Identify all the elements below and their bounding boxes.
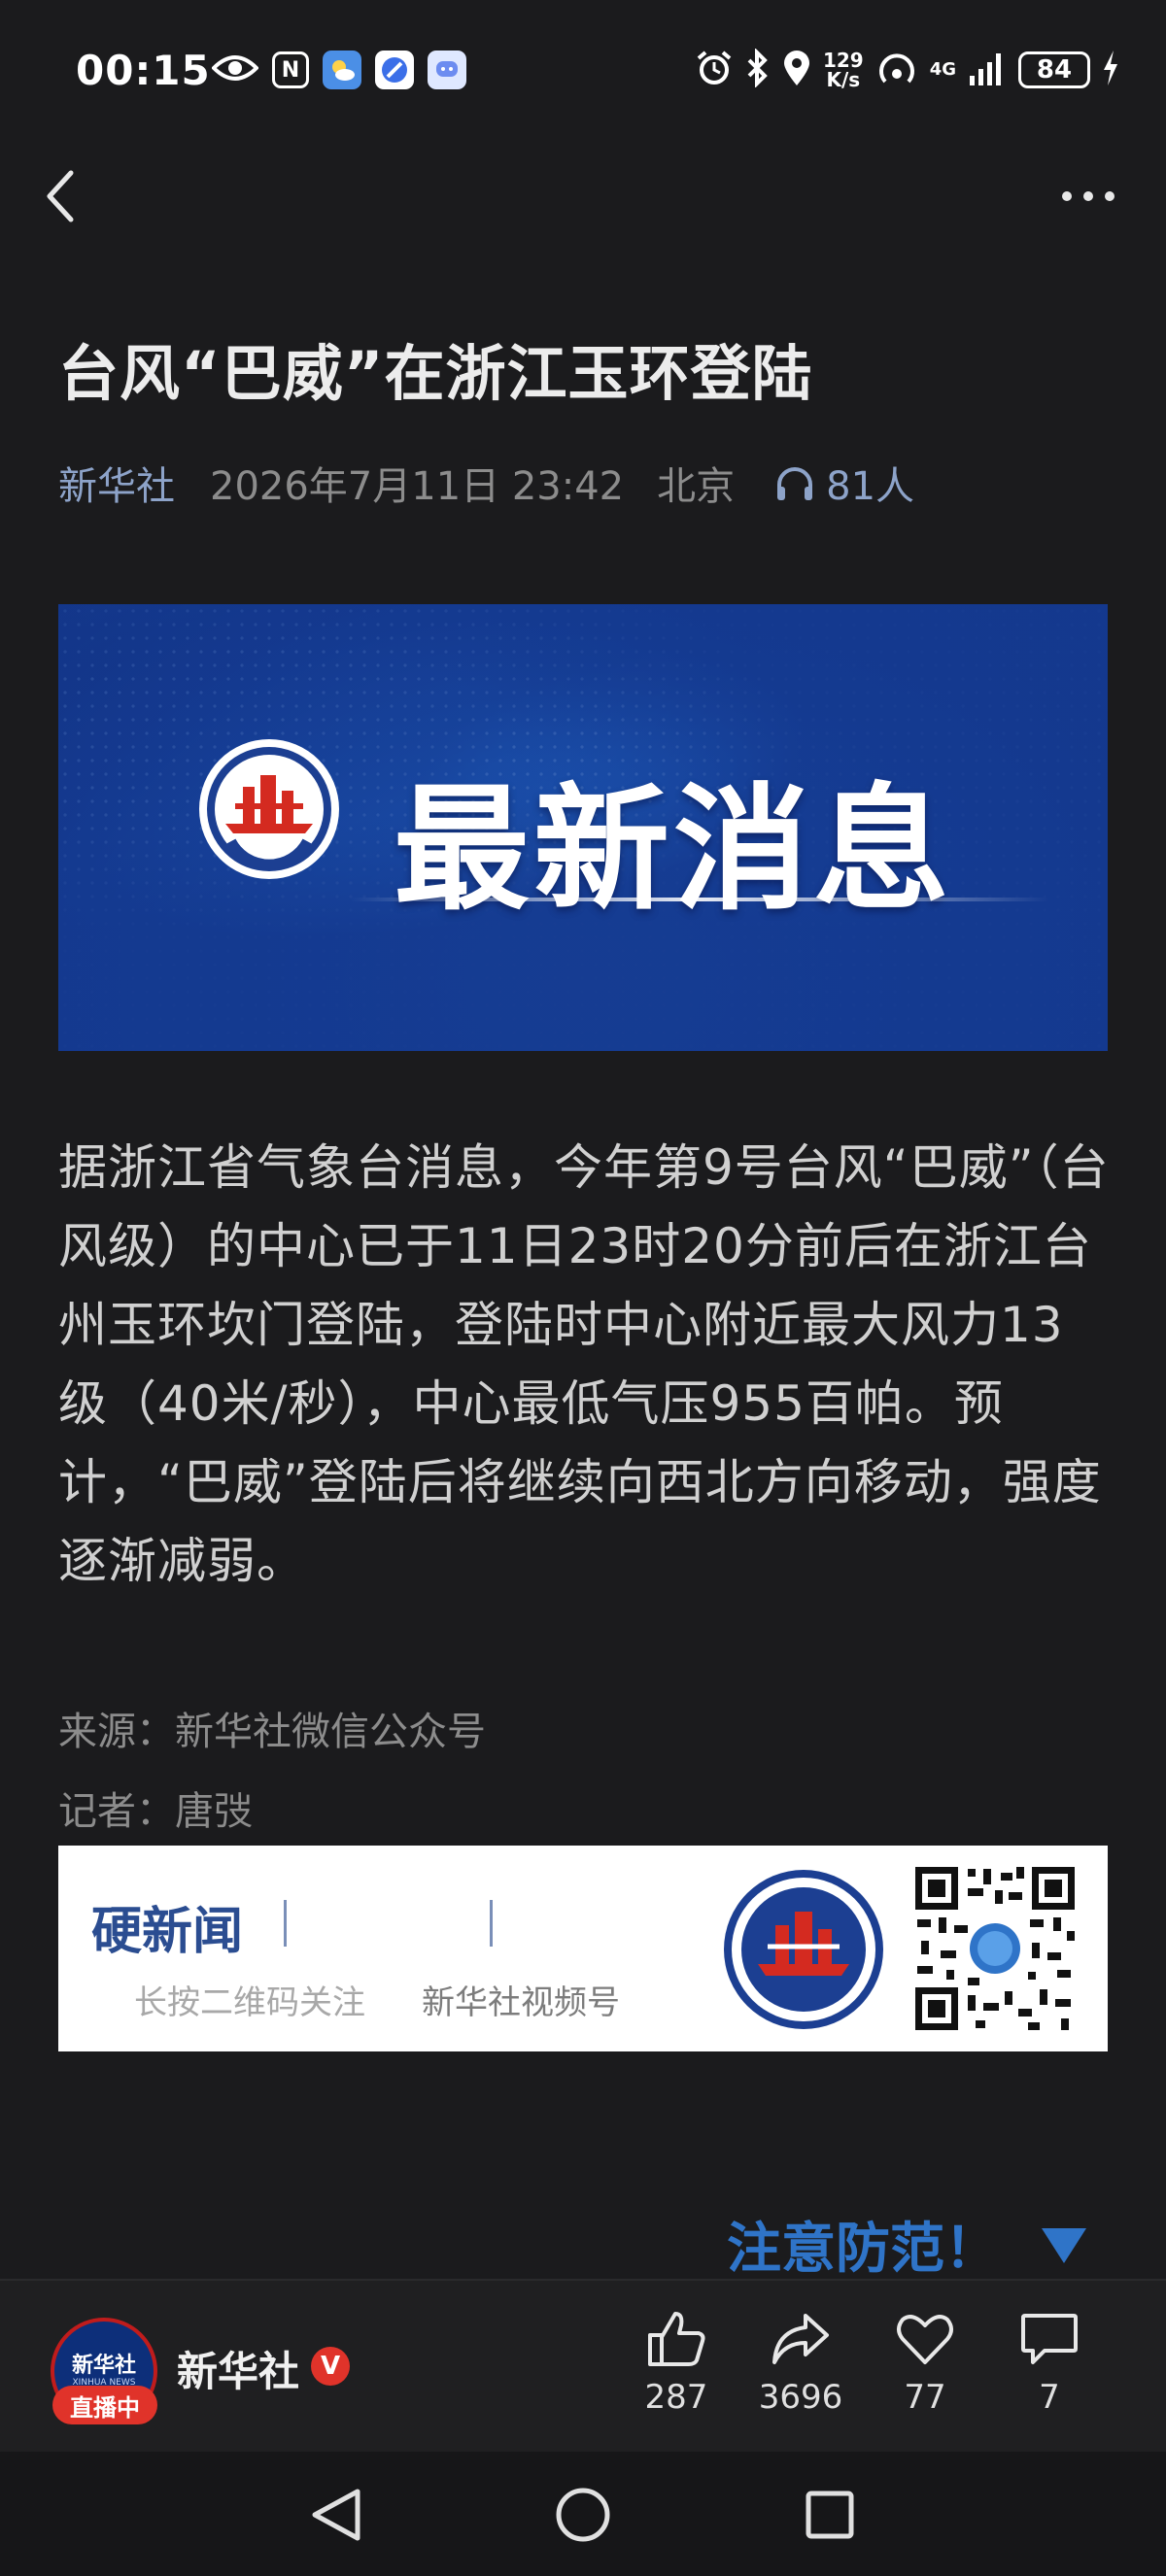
account-name[interactable]: 新华社: [177, 2339, 299, 2398]
status-left-icons: N: [211, 51, 466, 89]
system-nav-bar: [0, 2452, 1166, 2576]
circle-home-icon: [556, 2488, 610, 2542]
article-source-link[interactable]: 新华社: [58, 455, 175, 511]
nav-home-button[interactable]: [544, 2481, 622, 2549]
qr-promo-card[interactable]: 硬新闻 长按二维码关注 新华社视频号: [58, 1846, 1108, 2051]
location-icon: [782, 49, 811, 91]
more-dots-icon: [1062, 191, 1115, 201]
eye-icon: [211, 52, 259, 87]
more-button[interactable]: [1059, 177, 1117, 216]
like-count: 287: [644, 2378, 708, 2417]
article-meta: 新华社 2026年7月11日 23:42 北京 81人: [58, 455, 914, 511]
article-reporter: 记者：唐弢: [58, 1789, 253, 1834]
promo-channel: 新华社视频号: [422, 1983, 620, 2022]
favorite-count: 77: [904, 2378, 946, 2417]
promo-brand: 硬新闻: [91, 1902, 244, 1961]
avatar-text: 新华社: [71, 2354, 136, 2378]
status-bar: 00:15 N 129 K/s 4G 84: [0, 0, 1166, 146]
favorite-button[interactable]: 77: [867, 2310, 983, 2417]
thumbs-up-icon: [648, 2312, 705, 2366]
charging-icon: [1102, 51, 1119, 89]
heart-icon: [897, 2315, 953, 2364]
article-datetime: 2026年7月11日 23:42: [210, 464, 625, 509]
bluetooth-icon: [745, 48, 771, 91]
article-location: 北京: [657, 464, 736, 509]
bottom-action-bar: 新华社 XINHUA NEWS 直播中 新华社 V 287 3696 77 7: [0, 2279, 1166, 2452]
back-button[interactable]: [35, 167, 86, 225]
network-type: 4G: [929, 59, 956, 80]
verified-badge: V: [311, 2347, 350, 2386]
share-count: 3696: [758, 2378, 843, 2417]
share-arrow-icon: [772, 2314, 829, 2364]
square-recents-icon: [806, 2491, 854, 2539]
listener-count: 81人: [826, 464, 915, 509]
banner-underline: [350, 898, 1049, 901]
like-button[interactable]: 287: [618, 2310, 735, 2417]
comment-bubble-icon: [1021, 2314, 1078, 2364]
chat-app-icon: [428, 51, 466, 89]
comment-count: 7: [1039, 2378, 1060, 2417]
triangle-down-icon: [1040, 2226, 1088, 2269]
hotspot-icon: [875, 49, 918, 91]
status-right-icons: 129 K/s 4G 84: [695, 48, 1119, 91]
article-source-note: 来源：新华社微信公众号: [58, 1710, 486, 1754]
nav-back-button[interactable]: [297, 2481, 375, 2549]
next-section-teaser: 注意防范！: [727, 2218, 999, 2281]
promo-divider: [490, 1900, 493, 1947]
headphones-icon: [777, 467, 813, 500]
net-speed-unit: K/s: [826, 68, 861, 91]
weather-app-icon: [323, 51, 361, 89]
nav-recents-button[interactable]: [791, 2481, 869, 2549]
article-title: 台风“巴威”在浙江玉环登陆: [58, 338, 813, 409]
battery-level: 84: [1018, 51, 1090, 88]
net-speed: 129 K/s: [823, 51, 864, 89]
triangle-back-icon: [312, 2489, 360, 2541]
nfc-icon: N: [272, 51, 309, 88]
net-speed-value: 129: [822, 49, 864, 72]
qr-code-icon[interactable]: [911, 1863, 1079, 2034]
comment-button[interactable]: 7: [991, 2310, 1108, 2417]
browser-app-icon: [375, 51, 414, 89]
banner-headline: 最新消息: [394, 771, 954, 930]
listen-button[interactable]: 81人: [773, 455, 914, 511]
status-time: 00:15: [76, 47, 211, 94]
promo-divider: [284, 1900, 287, 1947]
alarm-icon: [695, 49, 734, 91]
news-banner: 最新消息: [58, 604, 1108, 1051]
xinhua-seal-icon: [721, 1867, 886, 2036]
xinhua-logo-icon: [196, 736, 342, 886]
share-button[interactable]: 3696: [742, 2310, 859, 2417]
article-body: 据浙江省气象台消息，今年第9号台风“巴威”（台风级）的中心已于11日23时20分…: [58, 1139, 1110, 1589]
live-badge[interactable]: 直播中: [52, 2386, 157, 2424]
signal-icon: [968, 49, 1007, 91]
chevron-left-icon: [47, 170, 74, 222]
promo-hint: 长按二维码关注: [134, 1983, 365, 2022]
